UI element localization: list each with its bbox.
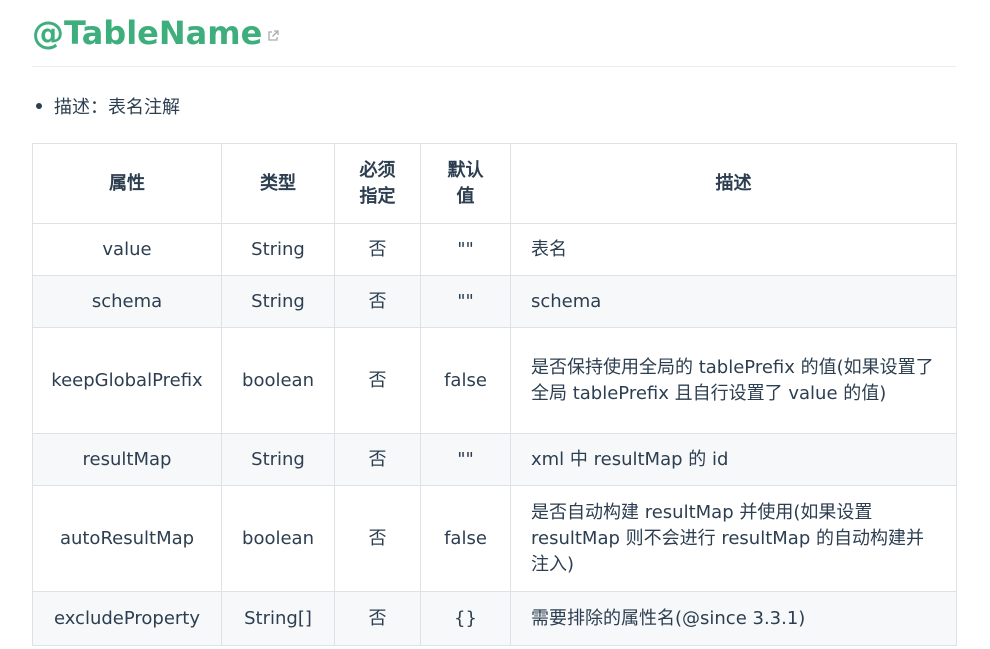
header-attr: 属性 [32,143,222,224]
header-required: 必须 指定 [334,143,421,224]
attributes-table-wrap: 属性 类型 必须 指定 默认 值 描述 value String 否 "" 表名… [32,143,957,646]
cell-default: {} [420,591,511,646]
heading-title: @TableName [32,13,263,52]
cell-default: "" [420,223,511,276]
cell-required: 否 [334,223,421,276]
table-row: excludeProperty String[] 否 {} 需要排除的属性名(@… [32,591,957,646]
cell-type: boolean [221,485,335,592]
cell-default: "" [420,433,511,486]
cell-attr: keepGlobalPrefix [32,327,222,434]
cell-type: String [221,433,335,486]
cell-type: String [221,223,335,276]
doc-page: @TableName 描述：表名注解 属性 类型 必须 指定 默认 值 描述 v… [0,0,990,649]
table-row: schema String 否 "" schema [32,275,957,328]
cell-attr: resultMap [32,433,222,486]
cell-attr: value [32,223,222,276]
cell-desc: schema [510,275,957,328]
table-row: autoResultMap boolean 否 false 是否自动构建 res… [32,485,957,592]
header-desc: 描述 [510,143,957,224]
table-row: value String 否 "" 表名 [32,223,957,276]
attributes-table: 属性 类型 必须 指定 默认 值 描述 value String 否 "" 表名… [32,143,957,646]
cell-desc: xml 中 resultMap 的 id [510,433,957,486]
cell-desc: 表名 [510,223,957,276]
cell-required: 否 [334,485,421,592]
cell-type: String[] [221,591,335,646]
cell-desc: 需要排除的属性名(@since 3.3.1) [510,591,957,646]
cell-required: 否 [334,327,421,434]
list-item: 描述：表名注解 [32,91,956,121]
external-link-icon[interactable] [266,28,280,42]
section-heading: @TableName [32,0,956,67]
cell-attr: schema [32,275,222,328]
table-row: keepGlobalPrefix boolean 否 false 是否保持使用全… [32,327,957,434]
header-default: 默认 值 [420,143,511,224]
cell-required: 否 [334,591,421,646]
cell-attr: excludeProperty [32,591,222,646]
cell-desc: 是否保持使用全局的 tablePrefix 的值(如果设置了全局 tablePr… [510,327,957,434]
header-type: 类型 [221,143,335,224]
cell-default: false [420,327,511,434]
cell-type: boolean [221,327,335,434]
table-header-row: 属性 类型 必须 指定 默认 值 描述 [32,143,957,224]
description-list: 描述：表名注解 [32,91,956,121]
cell-type: String [221,275,335,328]
cell-default: "" [420,275,511,328]
table-row: resultMap String 否 "" xml 中 resultMap 的 … [32,433,957,486]
cell-desc: 是否自动构建 resultMap 并使用(如果设置 resultMap 则不会进… [510,485,957,592]
bullet-icon [36,103,42,109]
cell-default: false [420,485,511,592]
description-text: 描述：表名注解 [54,97,180,118]
cell-required: 否 [334,275,421,328]
cell-attr: autoResultMap [32,485,222,592]
cell-required: 否 [334,433,421,486]
